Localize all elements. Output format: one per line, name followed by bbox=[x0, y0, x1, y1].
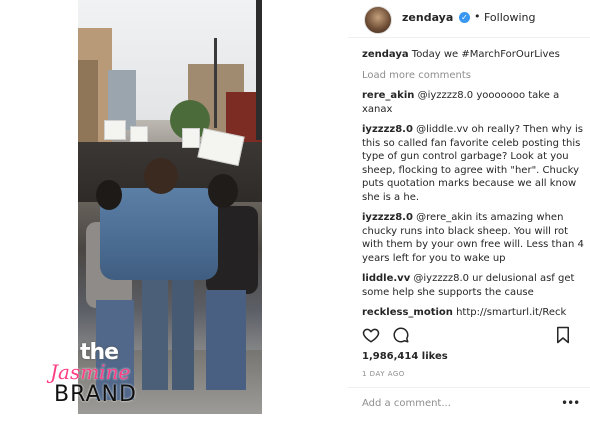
profile-username[interactable]: zendaya bbox=[402, 11, 453, 24]
comment-text: @liddle.vv oh really? Then why is this s… bbox=[362, 124, 584, 203]
separator-dot: • bbox=[474, 10, 481, 23]
protest-sign bbox=[104, 120, 126, 140]
comment-username[interactable]: zendaya bbox=[362, 49, 409, 60]
comment-username[interactable]: reckless_motion bbox=[362, 307, 453, 318]
post-timestamp: 1 DAY AGO bbox=[362, 370, 405, 378]
action-bar bbox=[362, 326, 588, 348]
bookmark-icon[interactable] bbox=[556, 326, 570, 344]
comment-username[interactable]: liddle.vv bbox=[362, 273, 410, 284]
likes-count[interactable]: 1,986,414 likes bbox=[362, 351, 448, 362]
post-header: zendaya ✓ • Following bbox=[348, 0, 590, 38]
more-options-icon[interactable]: ••• bbox=[561, 396, 580, 410]
watermark-line: BRAND bbox=[54, 382, 137, 407]
photo-head bbox=[144, 158, 178, 194]
avatar[interactable] bbox=[364, 6, 392, 34]
following-button[interactable]: Following bbox=[484, 11, 536, 24]
verified-badge-icon: ✓ bbox=[459, 12, 470, 23]
comments-list: zendaya Today we #MarchForOurLives Load … bbox=[362, 48, 588, 320]
protest-sign bbox=[182, 128, 200, 148]
caption: zendaya Today we #MarchForOurLives bbox=[362, 48, 588, 62]
photo-person-legs bbox=[206, 290, 246, 390]
photo-pole bbox=[256, 0, 262, 140]
protest-sign bbox=[130, 126, 148, 142]
comment-item: rere_akin @iyzzzz8.0 yooooooo take a xan… bbox=[362, 89, 588, 116]
comment-item: reckless_motion http://smarturl.it/Reck bbox=[362, 306, 588, 320]
add-comment-input[interactable]: Add a comment... bbox=[362, 398, 451, 409]
comment-icon[interactable] bbox=[392, 326, 410, 344]
watermark-line: Jasmine bbox=[50, 360, 131, 384]
comment-item: liddle.vv @iyzzzz8.0 ur delusional asf g… bbox=[362, 272, 588, 299]
comment-item: iyzzzz8.0 @liddle.vv oh really? Then why… bbox=[362, 123, 588, 204]
comment-username[interactable]: rere_akin bbox=[362, 90, 414, 101]
watermark-logo: the Jasmine BRAND bbox=[50, 340, 190, 410]
divider bbox=[348, 387, 590, 388]
photo-head bbox=[208, 174, 238, 208]
photo-streetlight bbox=[214, 38, 217, 128]
caption-text: Today we #MarchForOurLives bbox=[411, 49, 560, 60]
load-more-comments-link[interactable]: Load more comments bbox=[362, 69, 588, 83]
photo-head bbox=[96, 180, 122, 210]
comment-username[interactable]: iyzzzz8.0 bbox=[362, 212, 413, 223]
instagram-post: the Jasmine BRAND zendaya ✓ • Following … bbox=[0, 0, 590, 425]
heart-icon[interactable] bbox=[362, 326, 380, 344]
comment-username[interactable]: iyzzzz8.0 bbox=[362, 124, 413, 135]
comment-text[interactable]: http://smarturl.it/Reck bbox=[456, 307, 566, 318]
comment-item: iyzzzz8.0 @rere_akin its amazing when ch… bbox=[362, 211, 588, 265]
